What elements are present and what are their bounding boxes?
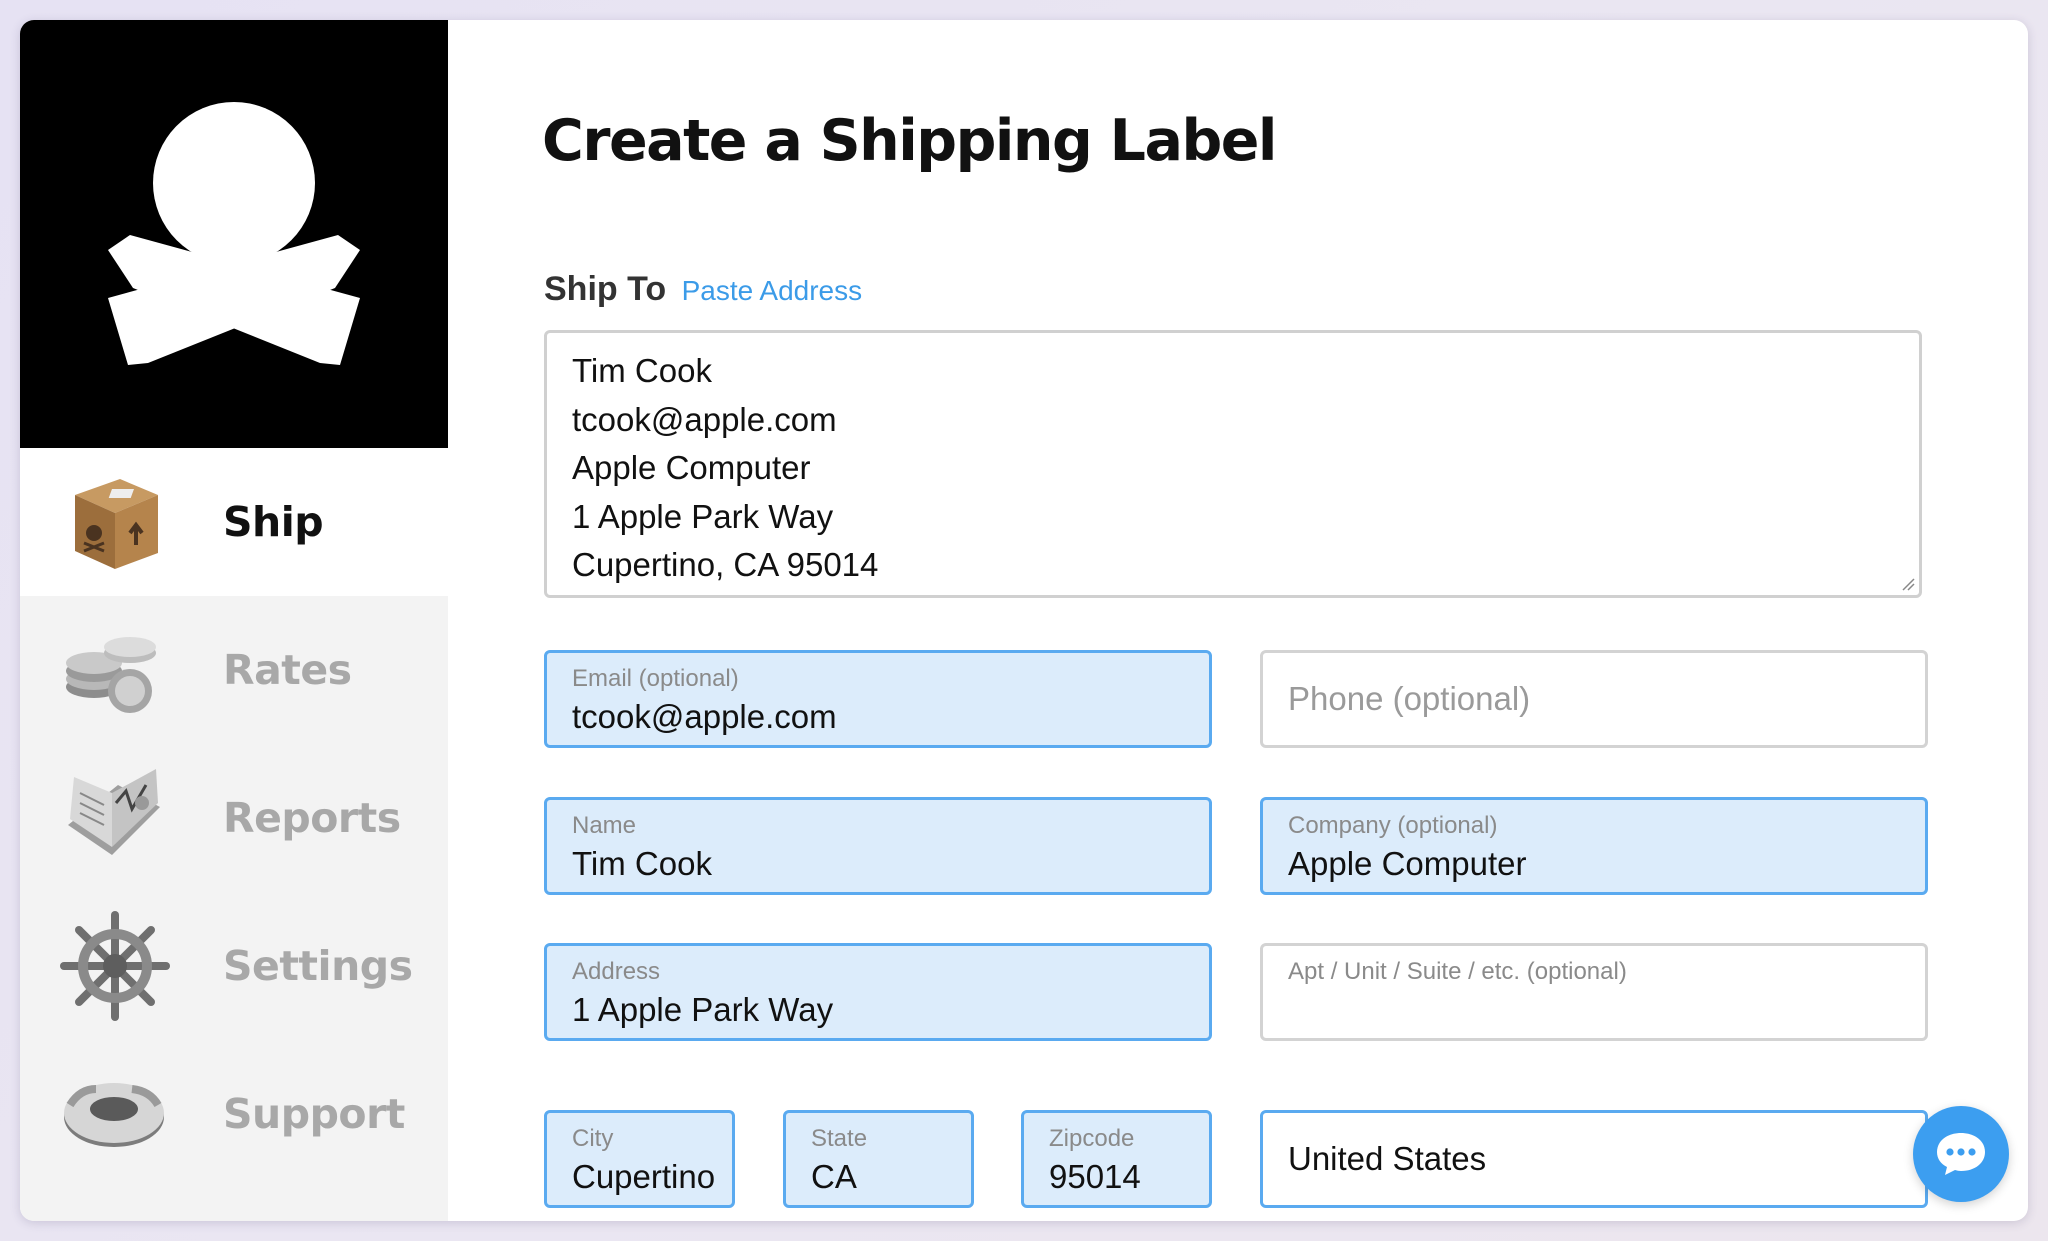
name-field-value: Tim Cook bbox=[572, 845, 712, 882]
paste-address-link[interactable]: Paste Address bbox=[682, 275, 863, 306]
email-field-value: tcook@apple.com bbox=[572, 698, 837, 735]
company-field[interactable]: Company (optional) Apple Computer bbox=[1260, 797, 1928, 895]
state-field-label: State bbox=[811, 1125, 868, 1152]
zipcode-field-value: 95014 bbox=[1049, 1158, 1141, 1195]
phone-field-placeholder: Phone (optional) bbox=[1288, 680, 1531, 717]
state-field-value: CA bbox=[811, 1158, 857, 1195]
address-line: tcook@apple.com bbox=[572, 400, 837, 438]
apt-field-label: Apt / Unit / Suite / etc. (optional) bbox=[1288, 958, 1627, 985]
city-field[interactable]: City Cupertino bbox=[544, 1110, 735, 1208]
address-field[interactable]: Address 1 Apple Park Way bbox=[544, 943, 1212, 1041]
app-window: Ship Rates Reports Settings Support Crea… bbox=[20, 20, 2028, 1221]
address-line: Apple Computer bbox=[572, 449, 811, 486]
chat-button[interactable] bbox=[1913, 1106, 2009, 1202]
ship-to-label: Ship To bbox=[544, 270, 667, 308]
page-title: Create a Shipping Label bbox=[542, 108, 1277, 174]
main-content: Create a Shipping Label Ship To Paste Ad… bbox=[448, 20, 2028, 1221]
zipcode-field-label: Zipcode bbox=[1049, 1125, 1135, 1152]
sidebar-item-rates[interactable]: Rates bbox=[20, 596, 448, 744]
ship-to-header: Ship To Paste Address bbox=[544, 270, 862, 309]
company-field-label: Company (optional) bbox=[1288, 812, 1498, 839]
skull-crossbones-logo[interactable] bbox=[20, 20, 448, 448]
email-field-label: Email (optional) bbox=[572, 665, 739, 692]
life-ring-icon bbox=[60, 1059, 170, 1169]
ship-wheel-icon bbox=[60, 911, 170, 1021]
city-field-value: Cupertino bbox=[572, 1158, 716, 1195]
sidebar-item-settings[interactable]: Settings bbox=[20, 892, 448, 1040]
sidebar-item-label: Reports bbox=[223, 794, 401, 842]
country-select-value: United States bbox=[1288, 1140, 1487, 1177]
apt-field[interactable]: Apt / Unit / Suite / etc. (optional) bbox=[1260, 943, 1928, 1041]
address-line: Cupertino, CA 95014 bbox=[572, 546, 879, 583]
sidebar-item-label: Ship bbox=[223, 498, 324, 546]
company-field-value: Apple Computer bbox=[1288, 845, 1527, 882]
open-book-icon bbox=[60, 763, 170, 873]
address-field-label: Address bbox=[572, 958, 661, 985]
sidebar-item-support[interactable]: Support bbox=[20, 1040, 448, 1188]
sidebar-item-ship[interactable]: Ship bbox=[20, 448, 448, 596]
sidebar-item-label: Support bbox=[223, 1090, 405, 1138]
chat-bubble-icon bbox=[1937, 1133, 1985, 1175]
phone-field[interactable]: Phone (optional) bbox=[1260, 650, 1928, 748]
cardboard-box-icon bbox=[60, 467, 170, 577]
sidebar-item-reports[interactable]: Reports bbox=[20, 744, 448, 892]
address-line: Tim Cook bbox=[572, 352, 712, 389]
state-field[interactable]: State CA bbox=[783, 1110, 974, 1208]
name-field-label: Name bbox=[572, 812, 637, 839]
resize-grip-icon[interactable] bbox=[1899, 575, 1915, 591]
zipcode-field[interactable]: Zipcode 95014 bbox=[1021, 1110, 1212, 1208]
name-field[interactable]: Name Tim Cook bbox=[544, 797, 1212, 895]
coins-icon bbox=[60, 615, 170, 725]
city-field-label: City bbox=[572, 1125, 614, 1152]
country-select[interactable]: United States bbox=[1260, 1110, 1928, 1208]
sidebar-item-label: Settings bbox=[223, 942, 413, 990]
sidebar: Ship Rates Reports Settings Support bbox=[20, 20, 448, 1221]
address-line: 1 Apple Park Way bbox=[572, 497, 834, 535]
address-textarea[interactable]: Tim Cook tcook@apple.com Apple Computer … bbox=[544, 330, 1922, 598]
sidebar-item-label: Rates bbox=[223, 646, 352, 694]
email-field[interactable]: Email (optional) tcook@apple.com bbox=[544, 650, 1212, 748]
address-field-value: 1 Apple Park Way bbox=[572, 991, 834, 1028]
